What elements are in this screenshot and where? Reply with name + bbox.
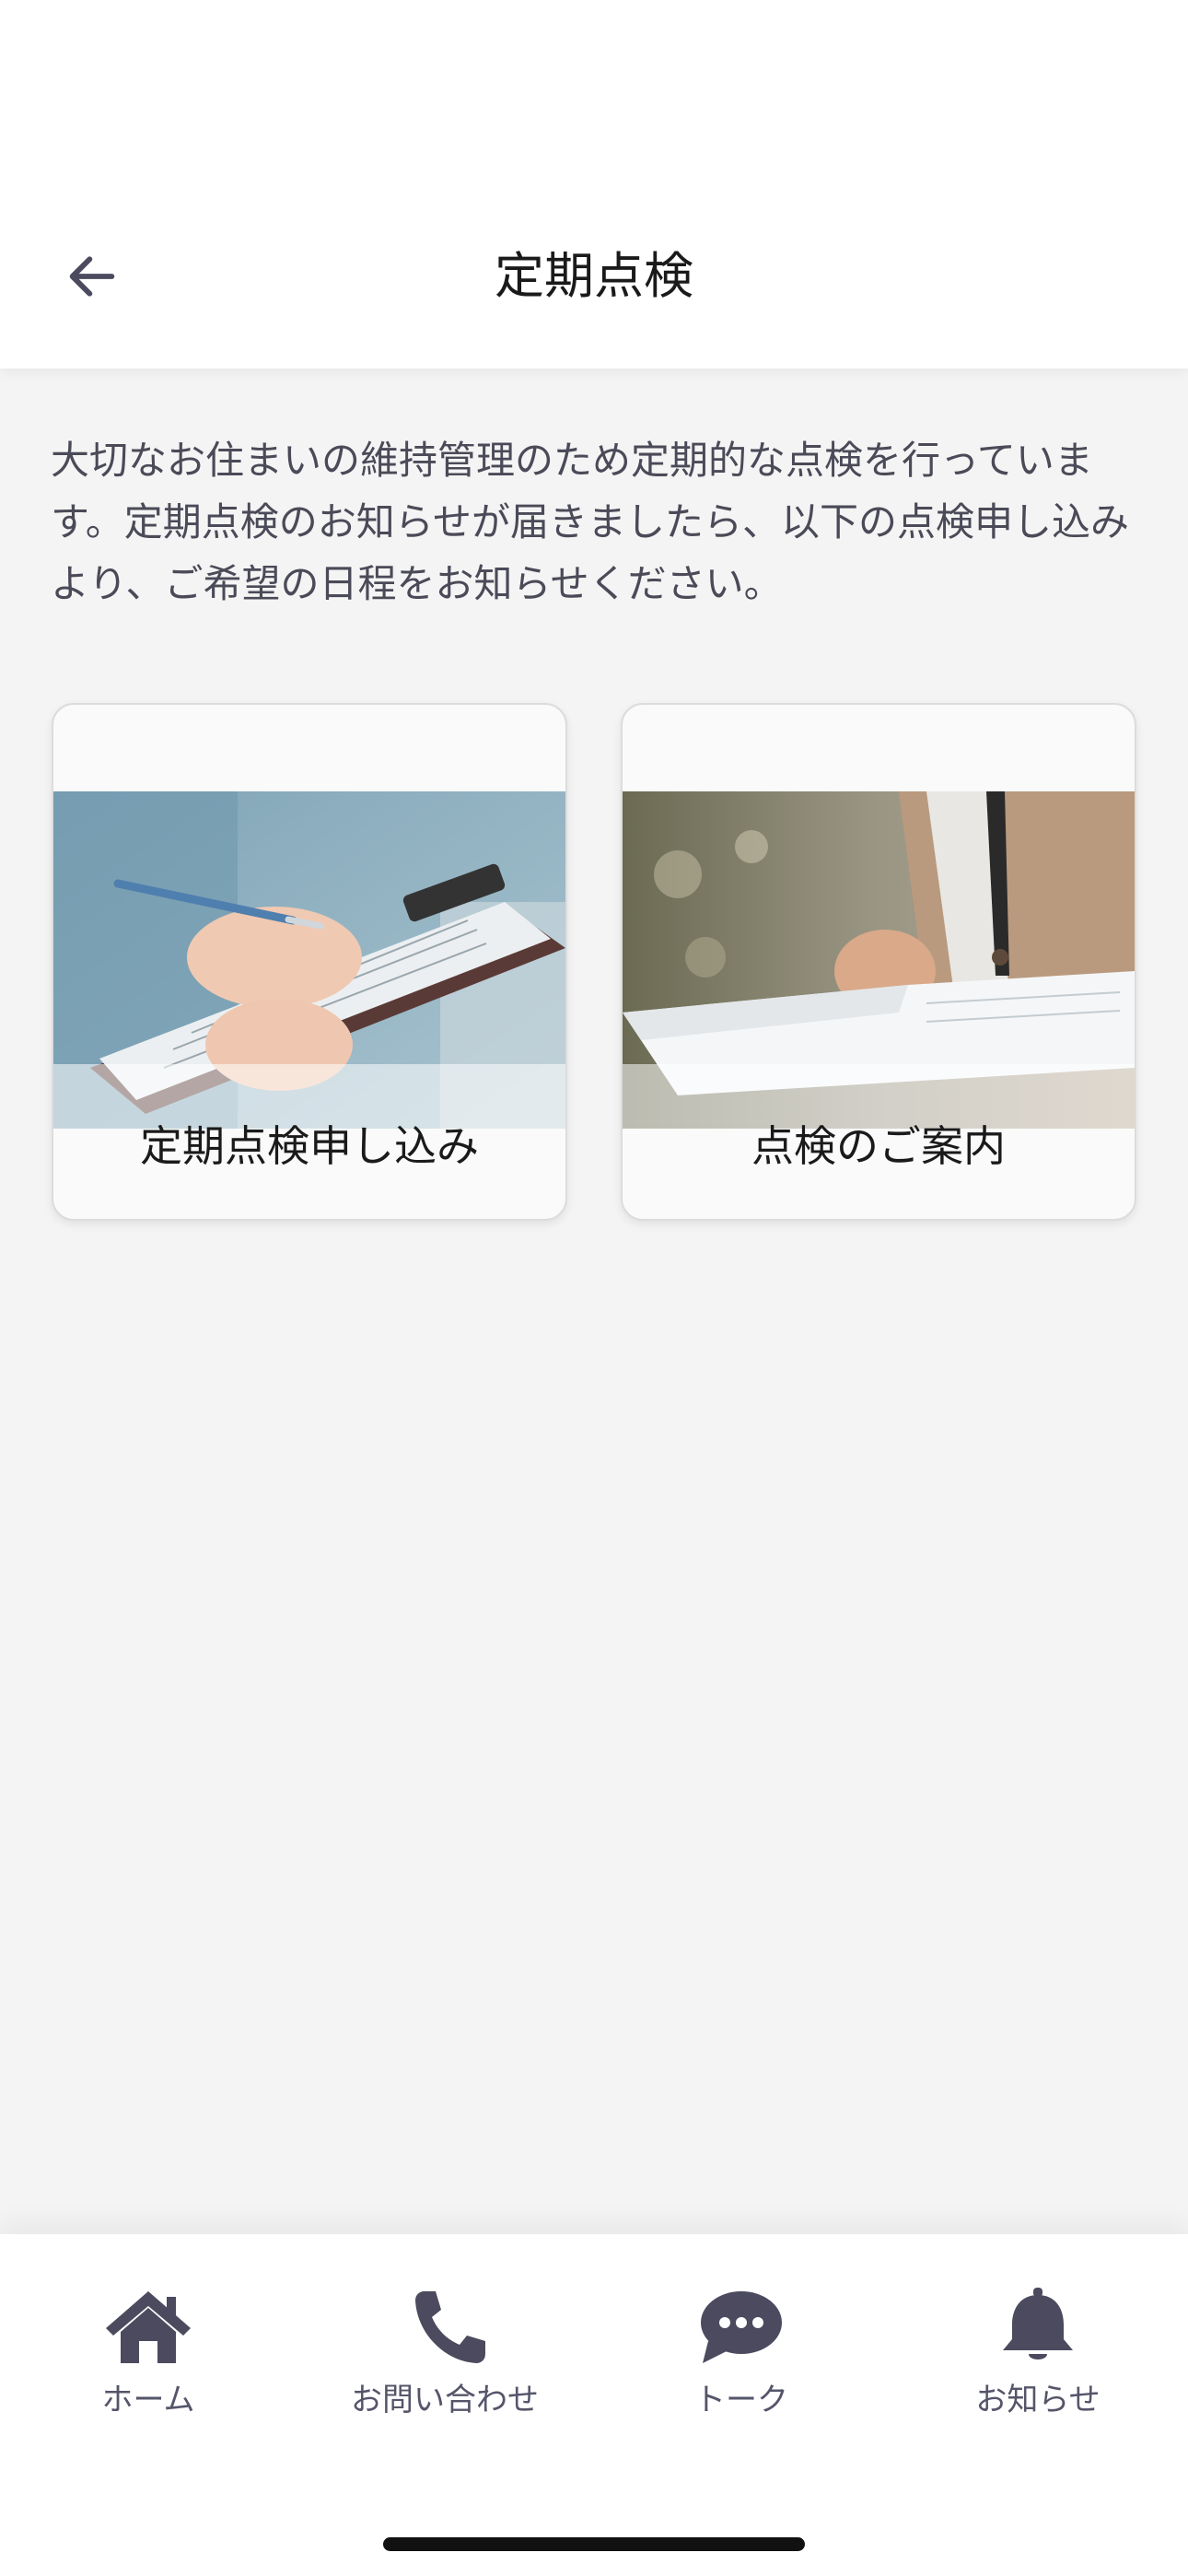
home-icon (106, 2291, 191, 2363)
inspection-application-card[interactable]: 定期点検申し込み (52, 703, 567, 1221)
clipboard-writing-photo (53, 791, 565, 1129)
document-reading-photo (623, 791, 1135, 1129)
page-description: 大切なお住まいの維持管理のため定期的な点検を行っています。定期点検のお知らせが届… (51, 438, 1129, 606)
tab-label: お問い合わせ (351, 2382, 539, 2418)
tab-notice[interactable]: お知らせ (890, 2234, 1186, 2455)
bottom-tab-bar: ホーム お問い合わせ トーク お知らせ (0, 2234, 1188, 2576)
tab-label: トーク (694, 2382, 788, 2418)
card-label: 点検のご案内 (751, 1121, 1006, 1171)
inspection-guide-card[interactable]: 点検のご案内 (621, 703, 1136, 1221)
home-indicator[interactable] (383, 2537, 805, 2551)
bell-icon (1003, 2288, 1073, 2359)
tab-home[interactable]: ホーム (0, 2234, 297, 2455)
header-bar: 定期点検 (0, 0, 1188, 369)
chat-bubble-icon (701, 2291, 782, 2363)
card-label: 定期点検申し込み (140, 1121, 479, 1171)
page-title: 定期点検 (495, 247, 693, 305)
phone-icon (415, 2291, 485, 2363)
tab-label: ホーム (101, 2382, 195, 2418)
tab-talk[interactable]: トーク (593, 2234, 890, 2455)
tab-label: お知らせ (975, 2382, 1101, 2418)
tab-contact[interactable]: お問い合わせ (297, 2234, 593, 2455)
